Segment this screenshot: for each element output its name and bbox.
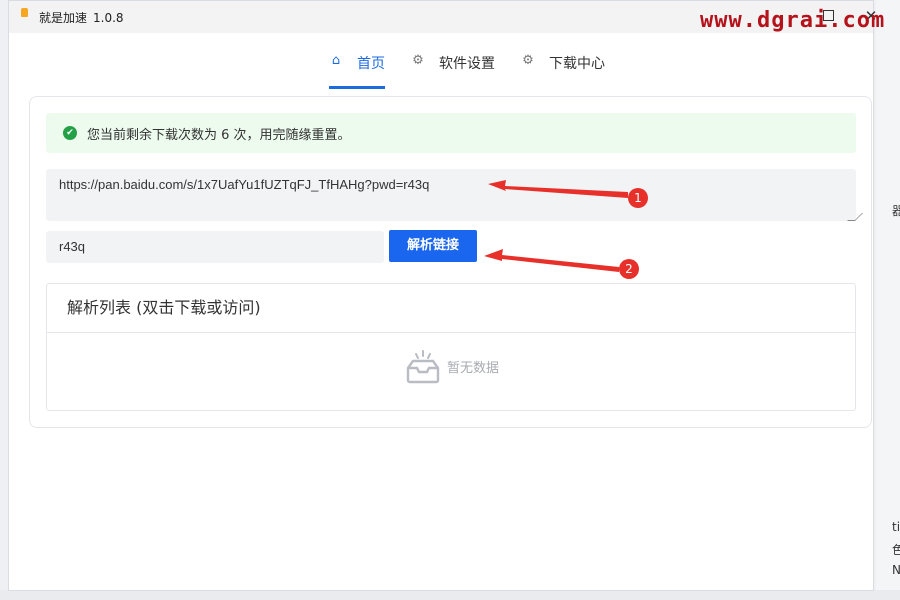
tab-label: 首页	[357, 56, 385, 72]
background-text-fragment: ti	[892, 520, 900, 534]
tab-settings[interactable]: ⚙ 软件设置	[411, 53, 495, 89]
app-version: 1.0.8	[93, 11, 124, 25]
background-window-edge: 器 ti 色 N	[876, 0, 900, 600]
quota-alert: ✔ 您当前剩余下载次数为 6 次，用完随缘重置。	[46, 113, 856, 153]
background-text-fragment: N	[892, 563, 900, 577]
gear-icon: ⚙	[412, 53, 424, 68]
parse-link-button[interactable]: 解析链接	[389, 230, 477, 262]
top-nav: ⌂ 首页 ⚙ 软件设置 ⚙ 下载中心	[9, 33, 873, 89]
empty-state: 暂无数据	[403, 348, 499, 384]
home-icon: ⌂	[331, 53, 341, 68]
check-circle-icon: ✔	[63, 126, 77, 140]
password-input[interactable]: r43q	[46, 231, 384, 263]
tab-download-center[interactable]: ⚙ 下载中心	[521, 53, 605, 89]
main-card: ✔ 您当前剩余下载次数为 6 次，用完随缘重置。 https://pan.bai…	[29, 96, 872, 428]
watermark-text: www.dgrai.com	[700, 8, 886, 33]
alert-message: 您当前剩余下载次数为 6 次，用完随缘重置。	[87, 127, 351, 143]
tab-home[interactable]: ⌂ 首页	[329, 53, 385, 89]
app-title: 就是加速 1.0.8	[39, 9, 124, 26]
app-name: 就是加速	[39, 11, 88, 25]
background-text-fragment: 色	[892, 543, 900, 557]
tab-label: 下载中心	[549, 56, 605, 72]
empty-inbox-icon	[406, 350, 440, 384]
url-input[interactable]: https://pan.baidu.com/s/1x7UafYu1fUZTqFJ…	[46, 169, 856, 221]
annotation-badge-1: 1	[628, 188, 648, 208]
tab-label: 软件设置	[439, 56, 495, 72]
background-desktop	[0, 590, 900, 600]
app-logo-icon	[21, 8, 28, 17]
app-window: 就是加速 1.0.8 ✕ ⌂ 首页 ⚙ 软件设置 ⚙ 下载中心 ✔ 您当前剩余下载…	[8, 0, 877, 591]
background-text-fragment: 器	[892, 204, 900, 218]
parse-list-panel: 解析列表 (双击下载或访问) 暂无数据	[46, 283, 856, 411]
empty-text: 暂无数据	[447, 360, 500, 376]
gear-icon: ⚙	[522, 53, 534, 68]
annotation-badge-2: 2	[619, 259, 639, 279]
parse-list-header: 解析列表 (双击下载或访问)	[47, 284, 855, 333]
